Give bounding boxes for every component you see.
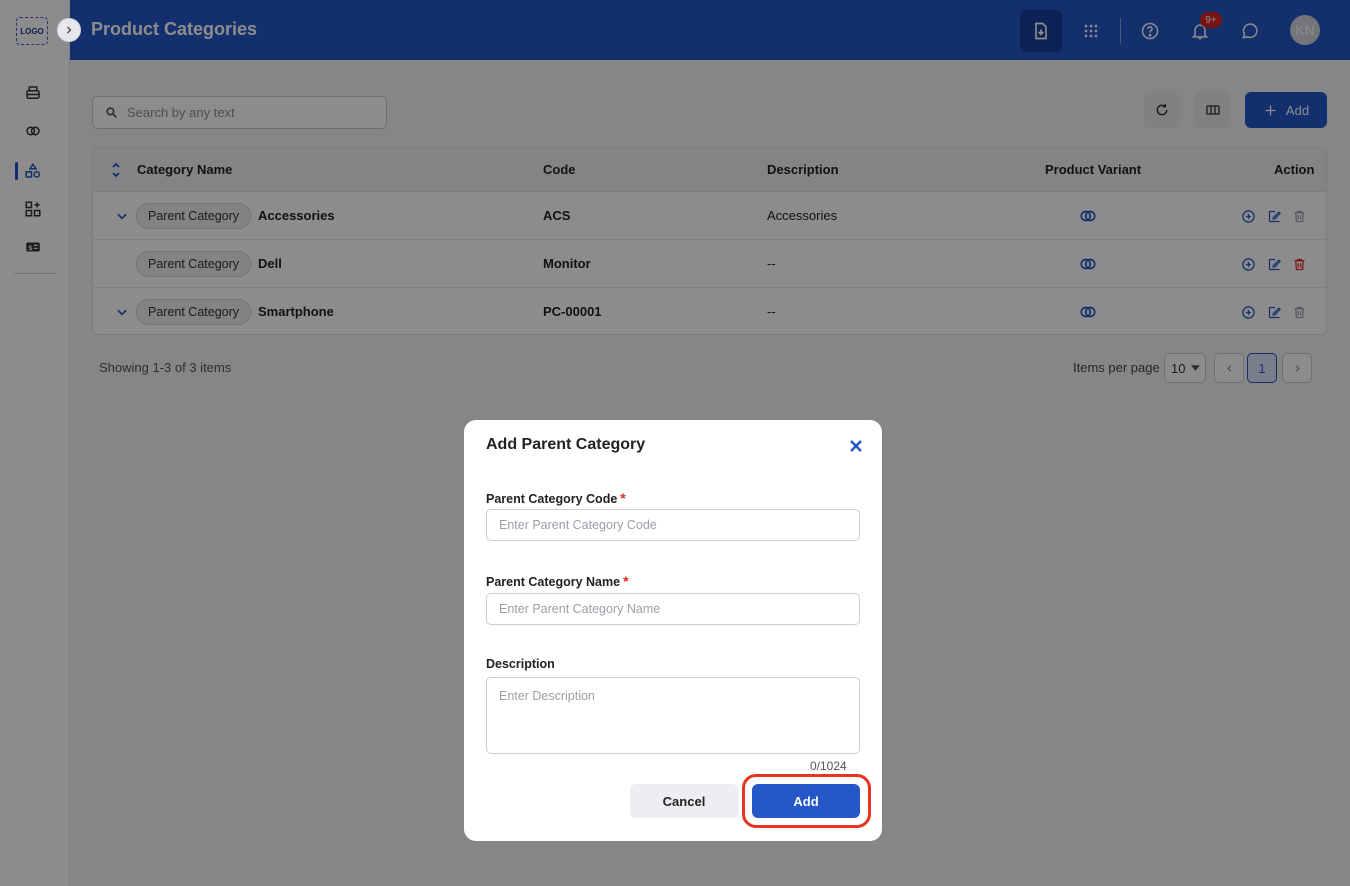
highlight-annotation bbox=[742, 774, 871, 828]
name-field-label: Parent Category Name * bbox=[486, 573, 629, 589]
chevron-right-icon bbox=[67, 26, 72, 34]
code-field-label: Parent Category Code * bbox=[486, 490, 626, 506]
add-parent-category-dialog: Add Parent Category Parent Category Code… bbox=[464, 420, 882, 841]
expand-sidebar-button[interactable] bbox=[57, 18, 81, 42]
description-field-label: Description bbox=[486, 657, 555, 671]
required-marker: * bbox=[623, 573, 629, 589]
character-counter: 0/1024 bbox=[810, 759, 847, 773]
parent-category-code-input[interactable] bbox=[486, 509, 860, 541]
required-marker: * bbox=[620, 490, 626, 506]
cancel-button[interactable]: Cancel bbox=[630, 784, 738, 818]
parent-category-name-input[interactable] bbox=[486, 593, 860, 625]
description-textarea[interactable] bbox=[486, 677, 860, 754]
dialog-title: Add Parent Category bbox=[486, 436, 646, 453]
close-icon[interactable] bbox=[846, 436, 866, 456]
